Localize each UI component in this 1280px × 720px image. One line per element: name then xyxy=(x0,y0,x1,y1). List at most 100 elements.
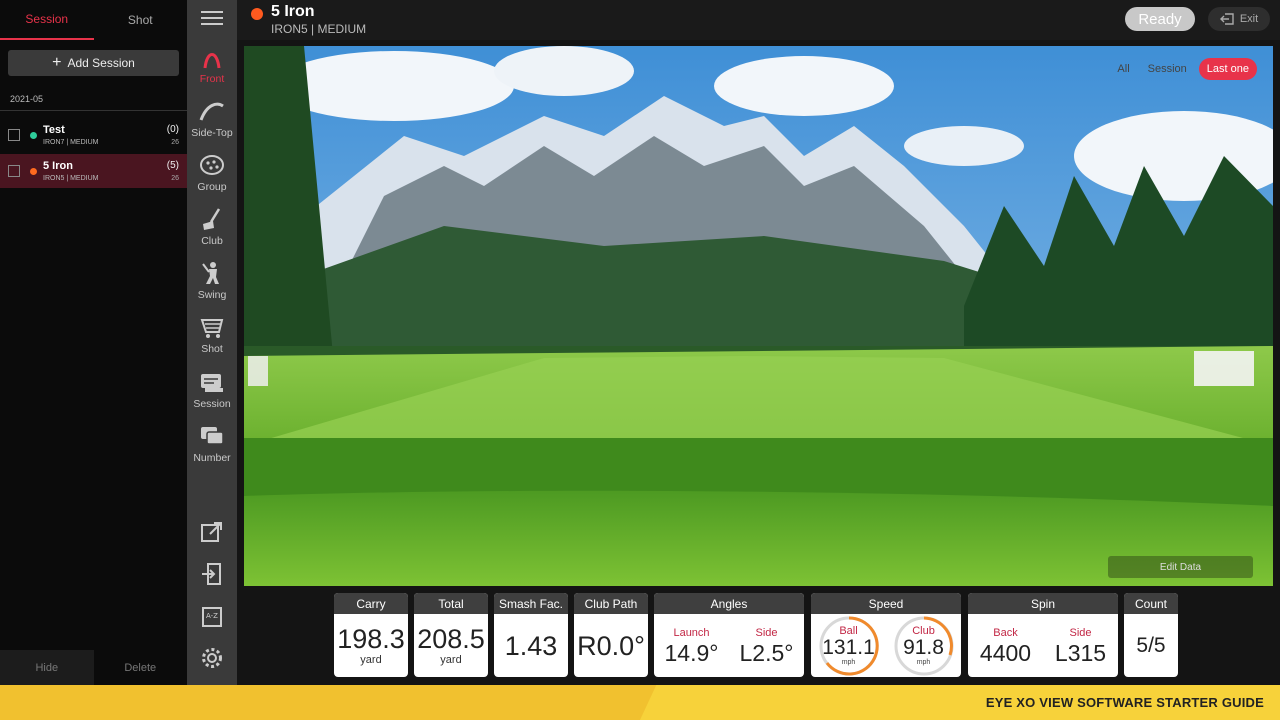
sidebar-item-label: Side-Top xyxy=(191,127,233,139)
session-row-selected[interactable]: 5 Iron IRON5 | MEDIUM (5) 26 xyxy=(0,154,187,188)
panel-tabs: Session Shot xyxy=(0,0,187,40)
stat-unit: yard xyxy=(360,654,382,666)
club-speed-unit: mph xyxy=(916,659,931,666)
side-spin-label: Side xyxy=(1069,626,1092,639)
tab-shot[interactable]: Shot xyxy=(94,0,188,40)
session-panel: Session Shot + Add Session 2021-05 Test … xyxy=(0,0,187,685)
sidebar-item-shot[interactable]: Shot xyxy=(187,314,237,355)
stat-label: Spin xyxy=(968,593,1118,614)
stat-label: Total xyxy=(414,593,488,614)
club-subtitle: IRON5 | MEDIUM xyxy=(271,22,367,36)
filter-session[interactable]: Session xyxy=(1142,59,1193,79)
add-session-button[interactable]: + Add Session xyxy=(8,50,179,76)
panel-actions: Hide Delete xyxy=(0,650,187,685)
delete-button[interactable]: Delete xyxy=(93,650,187,685)
ready-button[interactable]: Ready xyxy=(1125,7,1195,31)
exit-button[interactable]: Exit xyxy=(1208,7,1270,31)
club-color-dot xyxy=(251,8,263,20)
date-group-label: 2021-05 xyxy=(10,94,44,104)
side-angle-label: Side xyxy=(755,626,778,639)
stat-smash-factor: Smash Fac. 1.43 xyxy=(494,593,568,677)
import-icon xyxy=(202,563,221,585)
sidebar-item-label: Shot xyxy=(201,343,223,355)
filter-last-one[interactable]: Last one xyxy=(1198,58,1257,80)
ball-speed-gauge: Ball 131.1 mph xyxy=(817,615,881,677)
session-color-dot xyxy=(30,131,37,139)
side-spin-value: L315 xyxy=(1054,639,1107,666)
session-checkbox[interactable] xyxy=(8,129,20,141)
sidebar-item-label: Session xyxy=(193,398,231,410)
sidebar-item-club[interactable]: Club xyxy=(187,206,237,247)
side-top-arc-icon xyxy=(199,102,224,121)
back-spin-value: 4400 xyxy=(979,639,1032,666)
top-bar: 5 Iron IRON5 | MEDIUM Ready Exit xyxy=(237,0,1280,40)
club-speed-value: 91.8 xyxy=(903,636,944,659)
stat-value: 5/5 xyxy=(1136,633,1166,657)
session-number: 26 xyxy=(171,175,179,182)
session-checkbox[interactable] xyxy=(8,165,20,177)
plus-icon: + xyxy=(52,54,62,71)
stat-value: 198.3 xyxy=(337,624,405,654)
stat-spin: Spin Back 4400 Side L315 xyxy=(968,593,1118,677)
sidebar-item-group[interactable]: Group xyxy=(187,152,237,193)
edit-data-button[interactable]: Edit Data xyxy=(1108,556,1253,578)
sort-az-icon: A-Z xyxy=(202,607,222,627)
guide-banner: EYE XO VIEW SOFTWARE STARTER GUIDE xyxy=(0,685,1280,720)
hamburger-menu-icon[interactable] xyxy=(201,11,223,29)
sidebar-item-label: Swing xyxy=(197,289,227,301)
export-button[interactable] xyxy=(187,520,237,547)
stat-label: Carry xyxy=(334,593,408,614)
gear-icon xyxy=(202,648,222,668)
tab-session[interactable]: Session xyxy=(0,0,94,40)
swing-icon xyxy=(202,262,219,284)
sidebar-item-label: Group xyxy=(197,181,227,193)
driving-range-image xyxy=(244,46,1273,586)
hide-button[interactable]: Hide xyxy=(0,650,94,685)
sidebar-item-session[interactable]: Session xyxy=(187,369,237,410)
exit-icon xyxy=(1219,13,1234,25)
sort-az-button[interactable]: A-Z xyxy=(187,605,237,632)
sidebar-item-label: Club xyxy=(201,235,223,247)
stat-total: Total 208.5 yard xyxy=(414,593,488,677)
stat-label: Angles xyxy=(654,593,804,614)
view-sidebar: Front Side-Top Group Club Swing Shot Ses… xyxy=(187,0,237,685)
stat-carry: Carry 198.3 yard xyxy=(334,593,408,677)
stat-value: 1.43 xyxy=(504,630,558,661)
sidebar-item-number[interactable]: Number xyxy=(187,423,237,464)
side-angle-value: L2.5° xyxy=(739,639,794,666)
stat-value: 208.5 xyxy=(417,624,485,654)
sidebar-item-front[interactable]: Front xyxy=(187,44,237,85)
number-icon xyxy=(201,427,224,445)
stat-speed: Speed Ball 131.1 mph Club 91.8 mph xyxy=(811,593,961,677)
page-title: 5 Iron xyxy=(271,3,315,20)
session-name: 5 Iron xyxy=(43,160,73,172)
stat-label: Club Path xyxy=(574,593,648,614)
group-scatter-icon xyxy=(200,155,224,175)
sidebar-item-swing[interactable]: Swing xyxy=(187,260,237,301)
external-link-icon xyxy=(201,522,222,542)
import-button[interactable] xyxy=(187,562,237,589)
shot-filter: All Session Last one xyxy=(1111,58,1257,80)
stat-club-path: Club Path R0.0° xyxy=(574,593,648,677)
stat-label: Count xyxy=(1124,593,1178,614)
session-row[interactable]: Test IRON7 | MEDIUM (0) 26 xyxy=(0,118,187,152)
sidebar-item-side-top[interactable]: Side-Top xyxy=(187,98,237,139)
divider xyxy=(0,110,187,111)
stat-value: R0.0° xyxy=(577,630,645,661)
front-arc-icon xyxy=(203,53,221,69)
session-shot-count: (0) xyxy=(166,124,179,135)
session-club: IRON5 | MEDIUM xyxy=(43,175,99,182)
stat-label: Smash Fac. xyxy=(494,593,568,614)
ball-speed-value: 131.1 xyxy=(822,636,875,659)
range-scene-view: All Session Last one Edit Data xyxy=(244,46,1273,586)
filter-all[interactable]: All xyxy=(1111,59,1135,79)
session-color-dot xyxy=(30,167,37,175)
stat-label: Speed xyxy=(811,593,961,614)
ball-speed-unit: mph xyxy=(841,659,856,666)
session-name: Test xyxy=(43,124,65,136)
svg-text:A-Z: A-Z xyxy=(206,612,218,620)
banner-text: EYE XO VIEW SOFTWARE STARTER GUIDE xyxy=(985,695,1264,710)
sidebar-item-label: Number xyxy=(193,452,231,464)
shot-icon xyxy=(200,319,224,338)
settings-button[interactable] xyxy=(187,646,237,673)
